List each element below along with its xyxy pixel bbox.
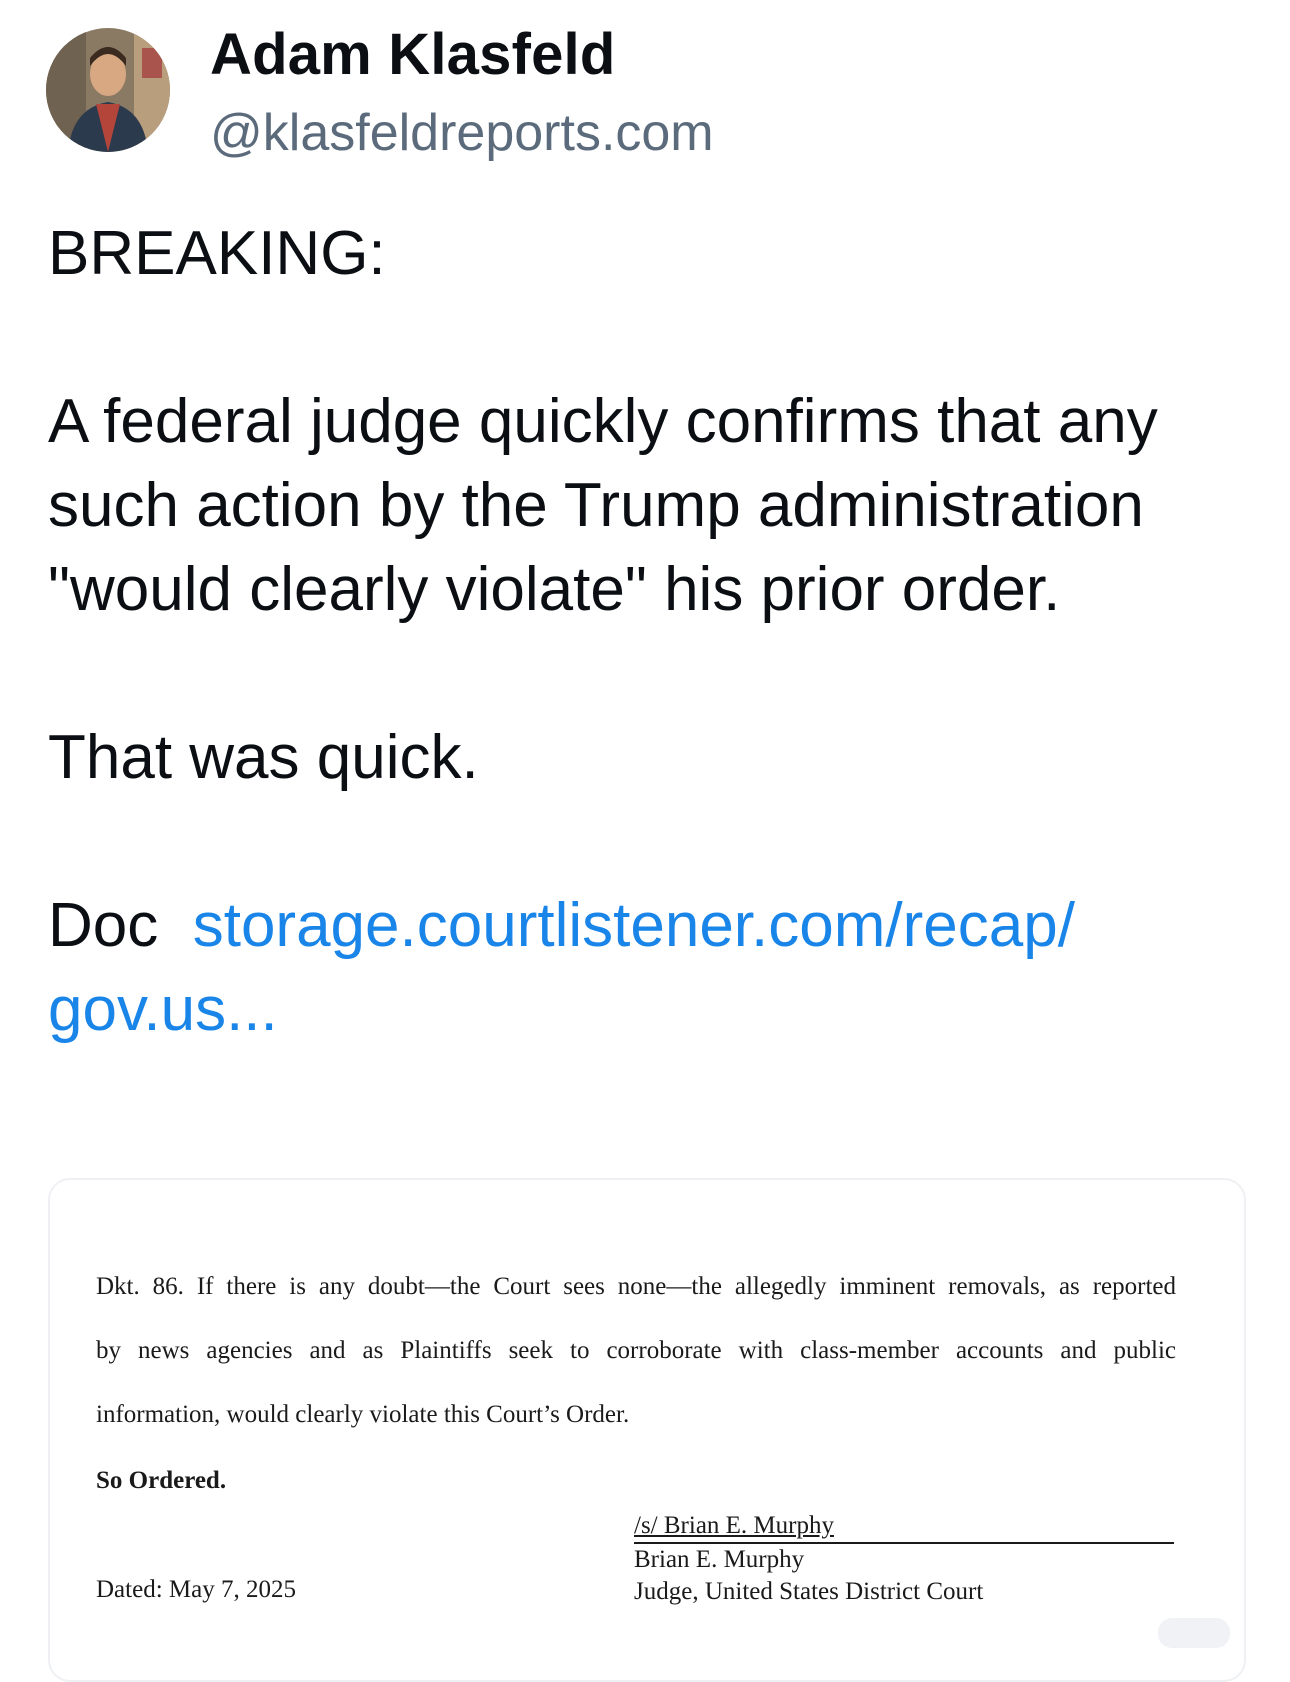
court-document-excerpt: Dkt. 86. If there is any doubt—the Court… xyxy=(96,1255,1176,1538)
alt-badge[interactable] xyxy=(1158,1618,1230,1648)
so-ordered: So Ordered. xyxy=(96,1467,227,1494)
doc-text-line-3: information, would clearly violate this … xyxy=(96,1401,630,1428)
judge-title: Judge, United States District Court xyxy=(634,1578,984,1605)
author-handle[interactable]: @klasfeldreports.com xyxy=(210,102,714,164)
post-body: BREAKING: A federal judge quickly confir… xyxy=(48,212,1248,1052)
doc-text-line-1: Dkt. 86. If there is any doubt—the Court… xyxy=(96,1273,1176,1300)
doc-link-part-1: storage.courtlistener.com/recap/ xyxy=(192,891,1075,960)
signature-line: /s/ Brian E. Murphy xyxy=(634,1510,1174,1544)
doc-link[interactable]: storage.courtlistener.com/recap/gov.us..… xyxy=(48,891,1075,1044)
doc-text-line-2: by news agencies and as Plaintiffs seek … xyxy=(96,1337,1176,1364)
doc-link-part-2: gov.us... xyxy=(48,975,278,1044)
avatar[interactable] xyxy=(46,28,170,152)
author-name[interactable]: Adam Klasfeld xyxy=(210,22,616,88)
post-doc-line: Doc storage.courtlistener.com/recap/gov.… xyxy=(48,884,1248,1052)
post-line-quick: That was quick. xyxy=(48,723,479,792)
judge-name: Brian E. Murphy xyxy=(634,1546,805,1573)
post-line-breaking: BREAKING: xyxy=(48,219,386,288)
post-paragraph: A federal judge quickly confirms that an… xyxy=(48,387,1158,624)
signature-text: /s/ Brian E. Murphy xyxy=(634,1512,834,1539)
signature-block: /s/ Brian E. Murphy Brian E. Murphy Judg… xyxy=(634,1510,1174,1608)
dated-line: Dated: May 7, 2025 xyxy=(96,1576,296,1603)
doc-label: Doc xyxy=(48,891,159,960)
